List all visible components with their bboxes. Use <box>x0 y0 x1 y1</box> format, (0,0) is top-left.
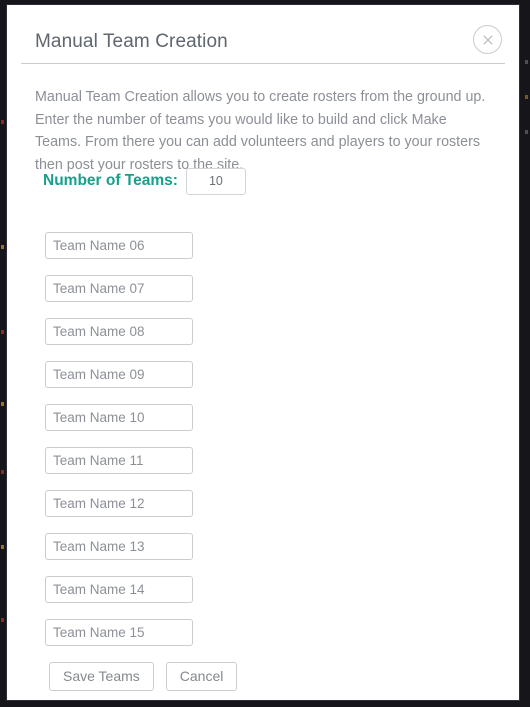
modal-actions: Save Teams Cancel <box>49 662 238 691</box>
team-name-row <box>45 619 193 662</box>
team-name-row <box>45 533 193 576</box>
team-name-input-8[interactable] <box>45 533 193 560</box>
backdrop-fleck <box>1 120 4 124</box>
backdrop-fleck <box>1 618 4 622</box>
modal-header: Manual Team Creation <box>7 5 519 64</box>
team-name-input-6[interactable] <box>45 447 193 474</box>
team-name-row <box>45 361 193 404</box>
backdrop-fleck <box>1 402 4 406</box>
backdrop-fleck <box>525 130 528 134</box>
backdrop-fleck <box>525 95 528 99</box>
backdrop-fleck <box>525 60 528 64</box>
team-name-input-1[interactable] <box>45 232 193 259</box>
backdrop-fleck <box>1 330 4 334</box>
header-divider <box>21 63 505 64</box>
backdrop-fleck <box>1 470 4 474</box>
team-name-row <box>45 404 193 447</box>
intro-description: Manual Team Creation allows you to creat… <box>35 89 486 173</box>
team-name-input-4[interactable] <box>45 361 193 388</box>
team-name-input-5[interactable] <box>45 404 193 431</box>
team-name-row <box>45 490 193 533</box>
number-of-teams-row: Number of Teams: <box>43 166 246 196</box>
backdrop-fleck <box>1 245 4 249</box>
team-name-row <box>45 576 193 619</box>
team-name-row <box>45 447 193 490</box>
cancel-button[interactable]: Cancel <box>165 662 238 691</box>
team-name-row <box>45 318 193 361</box>
team-name-row <box>45 275 193 318</box>
save-teams-button[interactable]: Save Teams <box>49 662 154 691</box>
team-name-input-9[interactable] <box>45 576 193 603</box>
team-name-input-7[interactable] <box>45 490 193 517</box>
backdrop-fleck <box>1 545 4 549</box>
team-name-input-10[interactable] <box>45 619 193 646</box>
team-name-input-2[interactable] <box>45 275 193 302</box>
number-of-teams-label: Number of Teams: <box>43 172 178 189</box>
number-of-teams-input[interactable] <box>185 167 246 195</box>
page-title: Manual Team Creation <box>35 31 228 52</box>
team-name-row <box>45 232 193 275</box>
team-name-input-3[interactable] <box>45 318 193 345</box>
close-icon[interactable] <box>473 25 502 54</box>
team-name-input-list <box>45 232 193 662</box>
manual-team-creation-modal: Manual Team Creation Manual Team Creatio… <box>6 4 520 701</box>
